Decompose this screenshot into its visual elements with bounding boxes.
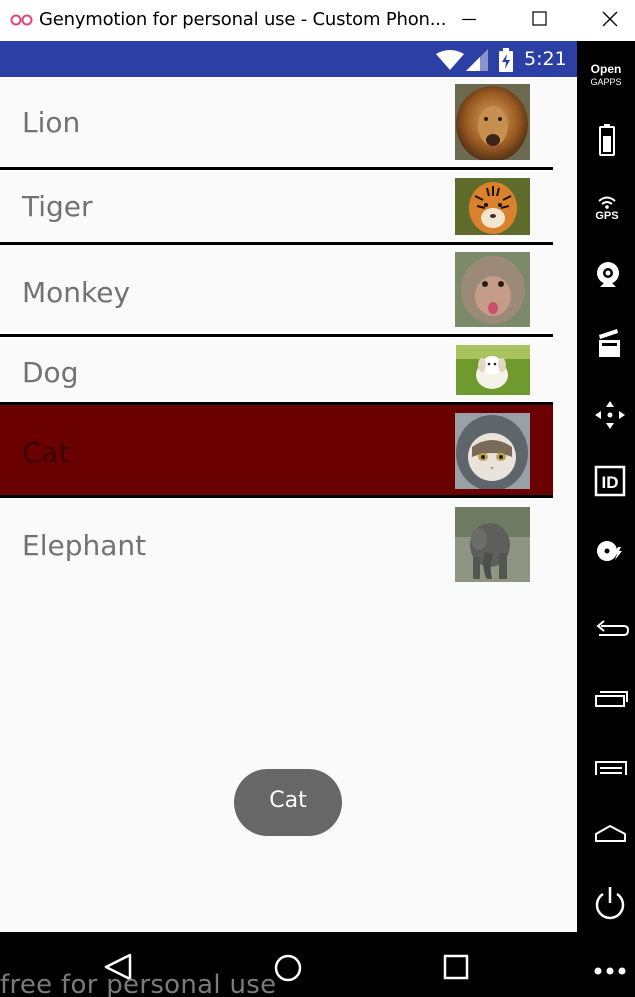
recent-apps-icon	[595, 691, 628, 707]
list-item[interactable]: Dog	[0, 337, 553, 402]
menu-icon	[595, 761, 627, 775]
window-title: Genymotion for personal use - Custom Pho…	[39, 9, 447, 30]
battery-button[interactable]	[577, 121, 635, 165]
monkey-image	[455, 252, 530, 327]
genymotion-logo-icon	[10, 14, 33, 26]
id-icon: ID	[594, 465, 626, 497]
media-button[interactable]	[577, 323, 635, 367]
svg-text:Open: Open	[591, 62, 622, 76]
menu-button[interactable]	[577, 747, 635, 791]
disk-icon	[597, 541, 622, 561]
list-item-label: Tiger	[22, 190, 93, 223]
list-item[interactable]: Elephant	[0, 498, 553, 588]
minimize-button[interactable]	[446, 0, 492, 41]
cat-image	[455, 413, 530, 489]
list-item-label: Lion	[22, 106, 81, 139]
signal-icon	[466, 49, 488, 71]
webcam-icon	[597, 262, 619, 287]
lion-image	[455, 84, 530, 160]
status-clock: 5:21	[524, 48, 567, 70]
status-bar: 5:21	[0, 41, 577, 77]
home-icon	[595, 824, 626, 842]
list-item-label: Monkey	[22, 276, 131, 309]
tiger-image	[455, 178, 530, 235]
list-item[interactable]: Lion	[0, 77, 553, 167]
dpad-button[interactable]	[577, 393, 635, 437]
more-button[interactable]	[577, 949, 635, 993]
svg-text:ID: ID	[602, 473, 619, 492]
open-gapps-icon: Open GAPPS	[590, 62, 622, 87]
maximize-icon	[532, 11, 547, 26]
battery-charging-icon	[499, 48, 513, 72]
device-id-button[interactable]: ID	[577, 461, 635, 505]
wifi-icon	[436, 50, 464, 70]
list-item-label: Elephant	[22, 529, 147, 562]
clapperboard-icon	[599, 329, 620, 357]
back-button[interactable]	[577, 608, 635, 652]
battery-icon	[599, 124, 615, 156]
dpad-icon	[595, 401, 625, 429]
toast-text: Cat	[269, 788, 307, 813]
svg-text:GAPPS: GAPPS	[590, 77, 621, 87]
close-icon	[602, 11, 618, 27]
watermark: free for personal use	[0, 970, 277, 997]
list-item-label: Cat	[22, 436, 70, 469]
nav-recents-icon[interactable]	[443, 954, 471, 982]
elephant-image	[455, 507, 530, 582]
back-icon	[596, 620, 630, 636]
list-item[interactable]: Tiger	[0, 170, 553, 242]
gps-icon: GPS	[595, 196, 619, 222]
recent-apps-button[interactable]	[577, 677, 635, 721]
power-icon	[595, 887, 625, 920]
disk-io-button[interactable]	[577, 529, 635, 573]
window-titlebar: Genymotion for personal use - Custom Pho…	[0, 0, 635, 41]
maximize-button[interactable]	[516, 0, 562, 41]
toast-message: Cat	[234, 769, 342, 836]
home-button[interactable]	[577, 813, 635, 857]
gps-button[interactable]: GPS	[577, 191, 635, 235]
svg-text:GPS: GPS	[595, 210, 618, 222]
list-item-selected[interactable]: Cat	[0, 405, 553, 495]
power-button[interactable]	[577, 881, 635, 925]
more-icon	[594, 967, 626, 975]
list-item[interactable]: Monkey	[0, 245, 553, 334]
webcam-button[interactable]	[577, 255, 635, 299]
minimize-icon	[462, 18, 476, 21]
dog-image	[456, 345, 530, 395]
nav-home-icon[interactable]	[272, 953, 304, 985]
close-button[interactable]	[588, 0, 634, 41]
list-item-label: Dog	[22, 356, 79, 389]
open-gapps-button[interactable]: Open GAPPS	[577, 61, 635, 105]
genymotion-toolbar: Open GAPPS GPS ID	[577, 41, 635, 997]
animal-list[interactable]: Lion Tiger Monkey Dog Cat Elephant Cat	[0, 77, 577, 932]
